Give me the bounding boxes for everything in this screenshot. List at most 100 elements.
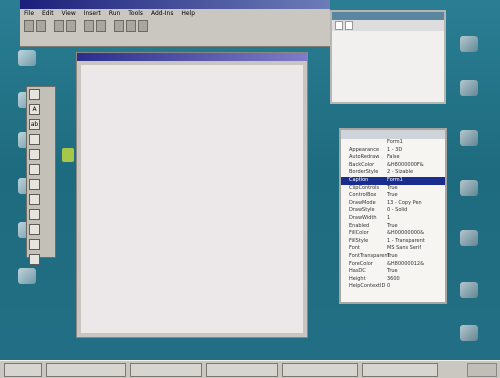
pointer-tool-icon[interactable] xyxy=(29,89,40,100)
option-tool-icon[interactable] xyxy=(29,194,40,205)
desktop-icon[interactable] xyxy=(460,80,478,96)
property-row[interactable]: BorderStyle 2 - Sizable xyxy=(341,169,445,177)
property-row[interactable]: DrawStyle 0 - Solid xyxy=(341,207,445,215)
property-value[interactable]: False xyxy=(387,154,445,162)
run-icon[interactable] xyxy=(114,20,124,32)
property-value[interactable]: True xyxy=(387,253,445,261)
properties-icon[interactable] xyxy=(96,20,106,32)
property-row[interactable]: Caption Form1 xyxy=(341,176,445,185)
property-value[interactable]: True xyxy=(387,268,445,276)
property-value[interactable]: 0 - Solid xyxy=(387,207,445,215)
property-name: Enabled xyxy=(349,222,370,229)
menu-file[interactable]: File xyxy=(24,10,34,17)
property-value[interactable]: 1 xyxy=(387,215,445,223)
taskbar-item[interactable] xyxy=(282,362,358,377)
menu-insert[interactable]: Insert xyxy=(84,10,101,17)
textbox-tool-icon[interactable] xyxy=(29,134,40,145)
property-value[interactable]: 1 - Transparent xyxy=(387,238,445,246)
property-row[interactable]: BackColor &H8000000F& xyxy=(341,162,445,170)
taskbar-item[interactable] xyxy=(206,362,278,377)
property-name: Appearance xyxy=(349,146,380,153)
property-row[interactable]: Height 3600 xyxy=(341,276,445,284)
button-tool-icon[interactable] xyxy=(29,164,40,175)
desktop-icon[interactable] xyxy=(460,325,478,341)
new-form-icon[interactable] xyxy=(24,20,34,32)
desktop-icon[interactable] xyxy=(18,268,36,284)
property-name: FontTransparent xyxy=(349,252,390,259)
property-row[interactable]: AutoRedraw False xyxy=(341,154,445,162)
property-value[interactable]: MS Sans Serif xyxy=(387,245,445,253)
desktop-icon[interactable] xyxy=(18,50,36,66)
menu-editor-icon[interactable] xyxy=(84,20,94,32)
picture-tool-icon[interactable]: A xyxy=(29,104,40,115)
frame-tool-icon[interactable] xyxy=(29,149,40,160)
property-row[interactable]: ForeColor &H80000012& xyxy=(341,261,445,269)
menu-tools[interactable]: Tools xyxy=(128,10,143,17)
property-row[interactable]: Enabled True xyxy=(341,223,445,231)
menu-addins[interactable]: Add-Ins xyxy=(151,10,173,17)
taskbar-item[interactable] xyxy=(130,362,202,377)
property-value[interactable]: 1 - 3D xyxy=(387,147,445,155)
desktop-icon[interactable] xyxy=(460,130,478,146)
property-value[interactable]: True xyxy=(387,223,445,231)
property-name: FillStyle xyxy=(349,237,369,244)
property-value[interactable]: &H8000000F& xyxy=(387,162,445,170)
stop-icon[interactable] xyxy=(138,20,148,32)
property-value[interactable]: 13 - Copy Pen xyxy=(387,200,445,208)
view-form-button[interactable] xyxy=(345,21,353,30)
property-name: HelpContextID xyxy=(349,283,386,290)
property-row[interactable]: Form1 xyxy=(341,139,445,147)
image-tool-icon[interactable] xyxy=(29,254,40,265)
save-icon[interactable] xyxy=(66,20,76,32)
property-name: Font xyxy=(349,245,360,252)
desktop-icon[interactable] xyxy=(460,282,478,298)
property-value[interactable]: True xyxy=(387,185,445,193)
property-row[interactable]: Font MS Sans Serif xyxy=(341,245,445,253)
desktop-icon[interactable] xyxy=(460,230,478,246)
system-tray xyxy=(467,362,497,377)
form-canvas[interactable] xyxy=(81,65,303,333)
taskbar-item[interactable] xyxy=(362,362,438,377)
property-value[interactable]: 3600 xyxy=(387,276,445,284)
property-name: HasDC xyxy=(349,268,366,275)
desktop-icon[interactable] xyxy=(460,36,478,52)
project-title xyxy=(332,12,444,20)
property-value[interactable]: 0 xyxy=(387,283,445,291)
property-row[interactable]: FontTransparent True xyxy=(341,253,445,261)
property-row[interactable]: ControlBox True xyxy=(341,192,445,200)
tag-icon xyxy=(62,148,74,162)
view-code-button[interactable] xyxy=(335,21,343,30)
open-icon[interactable] xyxy=(54,20,64,32)
property-row[interactable]: FillColor &H00000000& xyxy=(341,230,445,238)
property-value[interactable]: True xyxy=(387,192,445,200)
property-name: BackColor xyxy=(349,161,375,168)
property-value[interactable]: &H80000012& xyxy=(387,261,445,269)
taskbar xyxy=(0,360,500,378)
property-row[interactable]: FillStyle 1 - Transparent xyxy=(341,238,445,246)
combo-tool-icon[interactable] xyxy=(29,209,40,220)
property-value[interactable]: Form1 xyxy=(387,177,445,185)
list-tool-icon[interactable] xyxy=(29,224,40,235)
start-button[interactable] xyxy=(4,362,42,377)
timer-tool-icon[interactable] xyxy=(29,239,40,250)
desktop-icon[interactable] xyxy=(460,180,478,196)
property-row[interactable]: Appearance 1 - 3D xyxy=(341,147,445,155)
property-name: DrawStyle xyxy=(349,207,375,214)
property-row[interactable]: DrawWidth 1 xyxy=(341,215,445,223)
label-tool-icon[interactable]: ab xyxy=(29,119,40,130)
property-value[interactable]: Form1 xyxy=(387,139,445,147)
property-value[interactable]: &H00000000& xyxy=(387,230,445,238)
property-row[interactable]: ClipControls True xyxy=(341,185,445,193)
menu-help[interactable]: Help xyxy=(181,10,195,17)
menu-edit[interactable]: Edit xyxy=(42,10,54,17)
menu-view[interactable]: View xyxy=(62,10,76,17)
property-row[interactable]: HasDC True xyxy=(341,268,445,276)
property-value[interactable]: 2 - Sizable xyxy=(387,169,445,177)
pause-icon[interactable] xyxy=(126,20,136,32)
taskbar-item[interactable] xyxy=(46,362,126,377)
property-row[interactable]: HelpContextID 0 xyxy=(341,283,445,291)
add-module-icon[interactable] xyxy=(36,20,46,32)
menu-run[interactable]: Run xyxy=(109,10,121,17)
property-row[interactable]: DrawMode 13 - Copy Pen xyxy=(341,200,445,208)
checkbox-tool-icon[interactable] xyxy=(29,179,40,190)
